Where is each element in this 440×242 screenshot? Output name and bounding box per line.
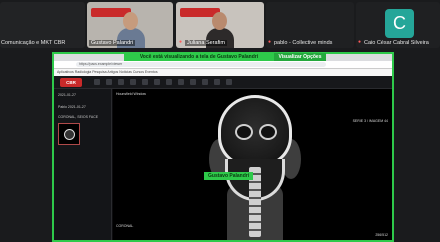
participant-head	[123, 12, 138, 30]
mic-muted-icon: ●	[179, 39, 183, 45]
angle-tool-icon[interactable]	[142, 79, 148, 85]
ct-skull	[218, 95, 292, 167]
address-bar[interactable]: https://pacs.example/viewer	[76, 62, 326, 67]
overlay-bottom-left: CORONAL	[116, 224, 134, 228]
participant-strip: Comunicação e MKT CBR Gustavo Palandri ●…	[0, 0, 440, 52]
view-options-button[interactable]: Visualizar Opções	[274, 53, 326, 61]
study-date: 2021-01-27	[58, 93, 76, 97]
dicom-viewer: CBR 2021-01-27 Pablo 2021-01-27 CORONAL,…	[54, 76, 392, 240]
mic-muted-icon: ●	[358, 39, 362, 45]
participant-name: Juliana Serafim	[185, 40, 227, 46]
video-call-window: Comunicação e MKT CBR Gustavo Palandri ●…	[0, 0, 440, 242]
share-banner: Você está visualizando a tela de Gustavo…	[124, 53, 274, 61]
series-thumbnail[interactable]	[58, 123, 80, 145]
annotate-tool-icon[interactable]	[154, 79, 160, 85]
participant-tile-2[interactable]: Gustavo Palandri	[87, 2, 173, 48]
presenter-name-tag: Gustavo Palandri	[204, 172, 254, 180]
participant-tile-3[interactable]: ● Juliana Serafim	[176, 2, 264, 48]
mic-muted-icon: ●	[268, 39, 272, 45]
participant-name: Caio César Cabral Silveira	[364, 40, 429, 46]
ct-orbit-right	[259, 124, 277, 140]
overlay-top-right: SERIE 3 / IMAGEM 44	[352, 119, 388, 123]
shared-screen[interactable]: https://pacs.example/viewer Aplicativos …	[52, 52, 394, 242]
brand-logo: CBR	[60, 78, 82, 87]
pan-tool-icon[interactable]	[106, 79, 112, 85]
ct-orbit-left	[235, 124, 253, 140]
cine-tool-icon[interactable]	[214, 79, 220, 85]
participant-tile-4[interactable]: ● pablo - Collective minds	[266, 2, 354, 48]
viewer-toolbar: CBR	[54, 76, 392, 89]
series-panel: 2021-01-27 Pablo 2021-01-27 CORONAL, SEI…	[54, 89, 112, 240]
series-info: CORONAL, SEIOS FACE	[58, 115, 99, 119]
overlay-bottom-right: 256/512	[375, 233, 388, 237]
window-level-icon[interactable]	[118, 79, 124, 85]
participant-name: Gustavo Palandri	[89, 40, 136, 46]
participant-name: Comunicação e MKT CBR	[1, 40, 66, 46]
image-viewport[interactable]: Hounsfield Window SERIE 3 / IMAGEM 44 CO…	[113, 89, 392, 240]
more-tools-icon[interactable]	[226, 79, 232, 85]
participant-tile-1[interactable]: Comunicação e MKT CBR	[0, 2, 85, 48]
thumbnail-image	[64, 129, 75, 140]
avatar: C	[385, 9, 414, 38]
series-label: Pablo 2021-01-27	[58, 105, 86, 109]
participant-name: pablo - Collective minds	[274, 40, 333, 46]
rotate-tool-icon[interactable]	[166, 79, 172, 85]
layout-tool-icon[interactable]	[202, 79, 208, 85]
reset-tool-icon[interactable]	[190, 79, 196, 85]
browser-toolbar: https://pacs.example/viewer	[54, 61, 392, 69]
measure-tool-icon[interactable]	[130, 79, 136, 85]
zoom-tool-icon[interactable]	[94, 79, 100, 85]
overlay-top-left: Hounsfield Window	[116, 92, 146, 96]
participant-head	[212, 12, 227, 30]
invert-tool-icon[interactable]	[178, 79, 184, 85]
bookmarks-bar[interactable]: Aplicativos Radiologia Pesquisa Artigos …	[54, 69, 392, 76]
